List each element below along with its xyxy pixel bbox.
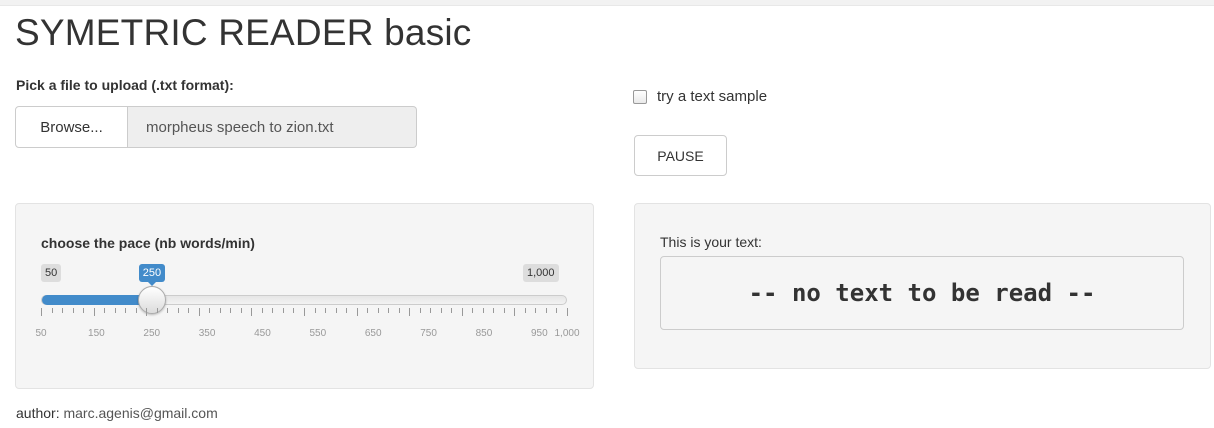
slider-minor-tick — [398, 308, 400, 313]
slider-minor-tick — [240, 308, 242, 313]
slider-tick-label: 850 — [475, 328, 493, 339]
slider-major-tick — [198, 308, 200, 316]
slider-minor-tick — [188, 308, 190, 313]
slider-max-label: 1,000 — [523, 264, 559, 282]
slider-minor-tick — [419, 308, 421, 313]
slider-major-tick — [409, 308, 411, 316]
slider-major-tick — [251, 308, 253, 316]
pace-slider-track[interactable] — [41, 295, 567, 305]
pace-slider-fill — [42, 295, 153, 305]
top-strip — [0, 0, 1214, 6]
slider-minor-tick — [482, 308, 484, 313]
slider-tick-label: 350 — [198, 328, 216, 339]
slider-minor-tick — [545, 308, 547, 313]
slider-major-tick — [93, 308, 95, 316]
reader-label: This is your text: — [660, 234, 762, 250]
slider-major-tick — [514, 308, 516, 316]
slider-minor-tick — [556, 308, 558, 313]
slider-minor-tick — [156, 308, 158, 313]
reader-display: -- no text to be read -- — [660, 256, 1184, 330]
slider-minor-tick — [430, 308, 432, 313]
author-email: marc.agenis@gmail.com — [63, 405, 218, 421]
slider-minor-tick — [125, 308, 127, 313]
slider-minor-tick — [209, 308, 211, 313]
slider-minor-tick — [177, 308, 179, 313]
slider-minor-tick — [440, 308, 442, 313]
slider-minor-tick — [135, 308, 137, 313]
slider-major-tick — [567, 308, 568, 316]
slider-minor-tick — [377, 308, 379, 313]
slider-tick-label: 550 — [309, 328, 327, 339]
slider-major-tick — [461, 308, 463, 316]
pace-panel: choose the pace (nb words/min) 50 1,000 … — [15, 203, 594, 389]
slider-tick-label: 450 — [254, 328, 271, 339]
slider-minor-tick — [325, 308, 327, 313]
slider-minor-tick — [493, 308, 495, 313]
slider-tick-label: 1,000 — [554, 328, 580, 339]
slider-value-label: 250 — [138, 264, 166, 286]
pace-slider-handle[interactable] — [137, 286, 166, 314]
slider-minor-tick — [167, 308, 169, 313]
pace-label: choose the pace (nb words/min) — [41, 235, 255, 251]
slider-minor-tick — [261, 308, 263, 313]
slider-minor-tick — [293, 308, 295, 313]
slider-minor-tick — [451, 308, 453, 313]
text-sample-label: try a text sample — [657, 88, 768, 105]
text-sample-checkbox[interactable] — [633, 89, 647, 104]
slider-minor-tick — [104, 308, 106, 313]
slider-tick-label: 50 — [35, 328, 47, 339]
slider-tick-label: 250 — [143, 328, 161, 339]
slider-minor-tick — [230, 308, 232, 313]
slider-tick-label: 150 — [88, 328, 105, 339]
slider-minor-tick — [219, 308, 221, 313]
author-label: author: — [16, 405, 60, 421]
slider-minor-tick — [346, 308, 348, 313]
slider-minor-tick — [72, 308, 74, 313]
slider-minor-tick — [314, 308, 316, 313]
slider-tick-label: 650 — [364, 328, 382, 339]
slider-min-label: 50 — [41, 264, 62, 282]
slider-tick-label: 750 — [420, 328, 437, 339]
slider-major-tick — [356, 308, 358, 316]
slider-minor-tick — [535, 308, 537, 313]
slider-tick-label: 950 — [530, 328, 548, 339]
slider-minor-tick — [388, 308, 390, 313]
slider-major-tick — [304, 308, 305, 316]
page-title: SYMETRIC READER basic — [15, 12, 472, 53]
pause-button[interactable]: PAUSE — [634, 135, 727, 176]
reader-panel: This is your text: -- no text to be read… — [634, 203, 1211, 369]
file-input-group: Browse... morpheus speech to zion.txt — [15, 106, 417, 148]
slider-minor-tick — [367, 308, 369, 313]
slider-minor-tick — [503, 308, 505, 313]
slider-minor-tick — [472, 308, 474, 313]
author-line: author: marc.agenis@gmail.com — [16, 405, 218, 421]
slider-minor-tick — [83, 308, 85, 313]
slider-minor-tick — [524, 308, 526, 313]
upload-label: Pick a file to upload (.txt format): — [16, 77, 234, 93]
slider-minor-tick — [62, 308, 64, 313]
slider-minor-tick — [335, 308, 337, 313]
file-name-field[interactable]: morpheus speech to zion.txt — [128, 106, 417, 148]
slider-major-tick — [146, 308, 148, 316]
slider-major-tick — [41, 308, 42, 316]
slider-minor-tick — [51, 308, 53, 313]
slider-minor-tick — [282, 308, 284, 313]
slider-minor-tick — [272, 308, 274, 313]
slider-minor-tick — [114, 308, 116, 313]
browse-button[interactable]: Browse... — [15, 106, 128, 148]
text-sample-option[interactable]: try a text sample — [633, 88, 767, 105]
